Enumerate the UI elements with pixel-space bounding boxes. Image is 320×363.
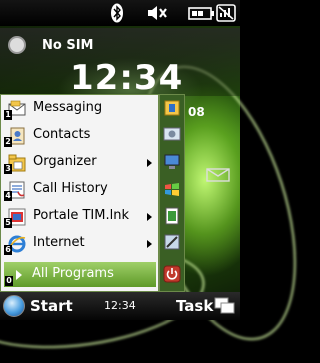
submenu-arrow-icon <box>147 240 152 248</box>
windows-media-icon[interactable] <box>163 99 181 117</box>
windows-start-icon[interactable] <box>3 295 25 317</box>
power-icon[interactable] <box>163 265 181 283</box>
task-manager-button[interactable]: Task <box>176 297 213 315</box>
tools-icon[interactable] <box>163 233 181 251</box>
menu-item-label: Contacts <box>33 127 91 142</box>
start-button[interactable]: Start <box>30 297 73 315</box>
menu-item-portale-tim[interactable]: 5 Portale TIM.lnk <box>3 205 156 229</box>
menu-item-messaging[interactable]: 1 Messaging <box>3 97 156 121</box>
menu-item-label: Messaging <box>33 100 103 115</box>
all-programs-button[interactable]: 0 All Programs <box>4 262 156 287</box>
submenu-arrow-icon <box>147 213 152 221</box>
all-programs-label: All Programs <box>32 266 114 281</box>
document-icon[interactable] <box>163 207 181 225</box>
menu-item-label: Organizer <box>33 154 97 169</box>
calendar-date-peek[interactable]: 08 <box>188 105 205 119</box>
today-panel: No SIM 12:34 <box>0 28 240 98</box>
battery-icon[interactable] <box>188 3 238 23</box>
expand-arrow-icon <box>16 270 22 280</box>
sim-status[interactable]: No SIM <box>42 38 93 53</box>
status-bar <box>0 0 240 26</box>
menu-item-call-history[interactable]: 4 Call History <box>3 178 156 202</box>
shortcut-number: 5 <box>4 218 12 228</box>
shortcut-number: 6 <box>4 245 12 255</box>
task-windows-icon[interactable] <box>214 297 236 315</box>
start-menu: 1 Messaging 2 Contacts 3 Organizer 4 Cal… <box>0 94 159 292</box>
volume-muted-icon[interactable] <box>146 3 168 23</box>
shortcut-number: 0 <box>5 276 13 286</box>
submenu-arrow-icon <box>147 159 152 167</box>
menu-item-label: Call History <box>33 181 108 196</box>
settings-icon[interactable] <box>163 125 181 143</box>
menu-item-organizer[interactable]: 3 Organizer <box>3 151 156 175</box>
menu-item-label: Internet <box>33 235 85 250</box>
home-clock-time[interactable]: 12:34 <box>70 58 183 98</box>
clock-icon[interactable] <box>8 36 26 54</box>
computer-icon[interactable] <box>163 153 181 171</box>
menu-item-internet[interactable]: 6 Internet <box>3 232 156 256</box>
bluetooth-icon[interactable] <box>110 3 124 23</box>
shortcut-number: 2 <box>4 137 12 147</box>
recent-programs-strip <box>159 94 185 292</box>
taskbar: Start 12:34 Task <box>0 292 240 320</box>
taskbar-clock[interactable]: 12:34 <box>104 299 136 312</box>
shortcut-number: 3 <box>4 164 12 174</box>
menu-item-label: Portale TIM.lnk <box>33 208 129 223</box>
menu-item-contacts[interactable]: 2 Contacts <box>3 124 156 148</box>
email-icon[interactable] <box>206 168 230 182</box>
shortcut-number: 4 <box>4 191 12 201</box>
shortcut-number: 1 <box>4 110 12 120</box>
windows-flag-icon[interactable] <box>163 181 181 199</box>
